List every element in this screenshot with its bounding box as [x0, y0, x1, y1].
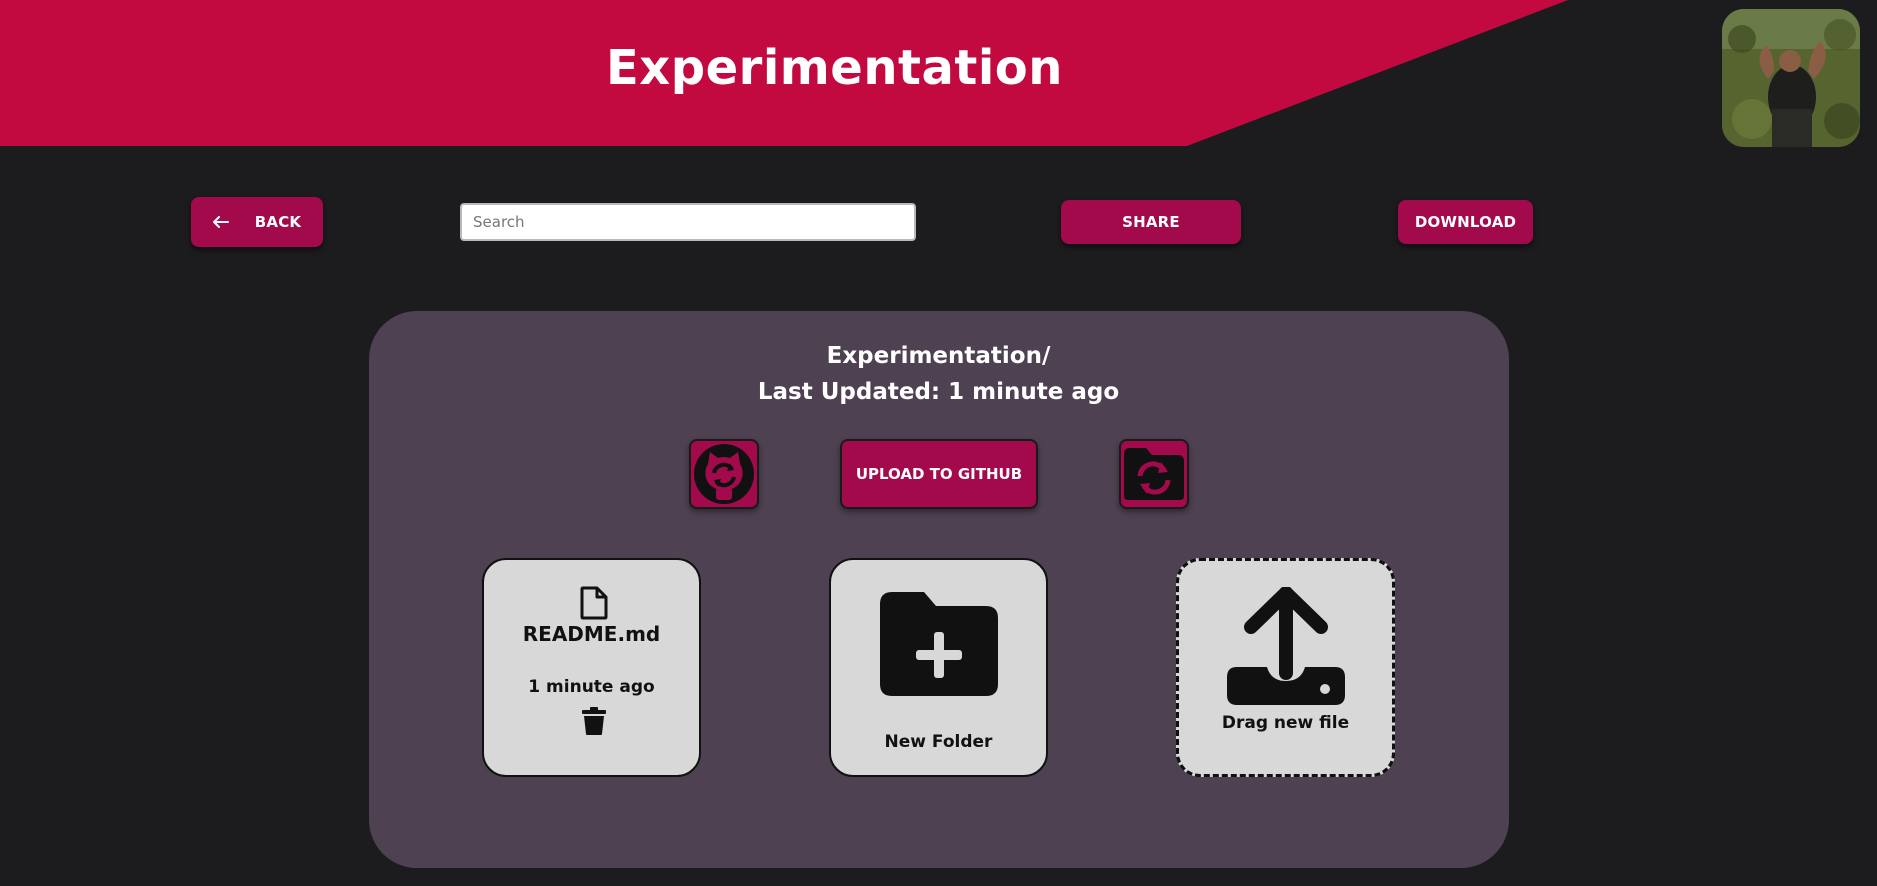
sync-github-button[interactable] [689, 439, 759, 509]
avatar-photo [1722, 9, 1860, 147]
folder-sync-icon [1124, 448, 1184, 500]
download-button[interactable]: DOWNLOAD [1398, 200, 1533, 244]
upload-icon [1227, 586, 1345, 711]
file-icon [580, 586, 608, 624]
header-banner: Experimentation [0, 0, 1877, 146]
trash-icon[interactable] [582, 707, 606, 739]
last-updated: Last Updated: 1 minute ago [0, 379, 1877, 405]
file-drop-zone[interactable]: Drag new file [1176, 558, 1395, 777]
back-button[interactable]: BACK [191, 197, 323, 247]
user-avatar[interactable] [1722, 9, 1860, 147]
page-title: Experimentation [606, 40, 1063, 96]
sync-folder-button[interactable] [1119, 439, 1189, 509]
share-button[interactable]: SHARE [1061, 200, 1241, 244]
drop-zone-label: Drag new file [1221, 713, 1350, 733]
last-updated-value: 1 minute ago [948, 379, 1120, 405]
back-button-label: BACK [254, 213, 302, 231]
last-updated-label: Last Updated: [757, 379, 941, 405]
github-sync-icon [694, 444, 754, 504]
arrow-left-icon [212, 213, 229, 232]
upload-to-github-button[interactable]: UPLOAD TO GITHUB [840, 439, 1038, 509]
file-name: README.md [522, 622, 661, 646]
app-root: Experimentation BACK SHARE DOWNLOAD [0, 0, 1877, 886]
file-card[interactable]: README.md 1 minute ago [482, 558, 701, 777]
folder-plus-icon [880, 592, 998, 700]
new-folder-label: New Folder [884, 732, 993, 752]
file-modified: 1 minute ago [528, 677, 655, 697]
folder-path: Experimentation/ [826, 343, 1051, 369]
search-input[interactable] [460, 203, 916, 241]
new-folder-card[interactable]: New Folder [829, 558, 1048, 777]
